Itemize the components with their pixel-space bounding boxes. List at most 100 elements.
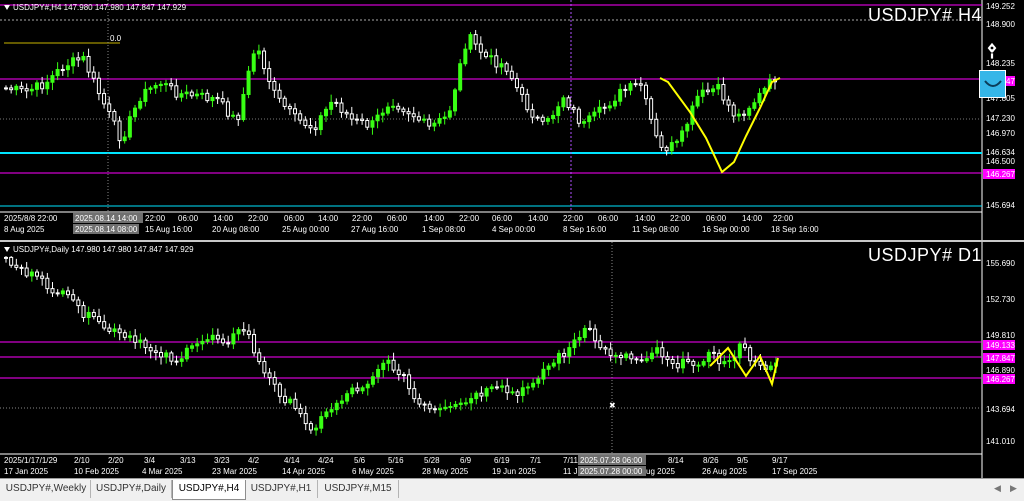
candle-body xyxy=(401,108,406,113)
candle-body xyxy=(9,87,14,91)
candle-body xyxy=(314,427,319,431)
candle-body xyxy=(489,55,494,58)
candle-body xyxy=(272,377,277,385)
h4-time-tick: 16 Sep 00:00 xyxy=(702,225,750,234)
h4-chart-canvas[interactable]: 0.0149.252148.900148.235147.847147.80514… xyxy=(0,0,1024,240)
candle-body xyxy=(252,334,257,354)
candle-body xyxy=(241,329,246,332)
tab-m15[interactable]: USDJPY#,M15 xyxy=(318,480,399,498)
candle-body xyxy=(696,364,701,367)
pen-icon[interactable] xyxy=(982,40,1002,62)
candle-body xyxy=(401,374,406,377)
candle-body xyxy=(531,382,536,388)
candle-body xyxy=(742,343,747,349)
daily-time-tick: 5/6 xyxy=(354,456,366,465)
candle-body xyxy=(748,347,753,362)
h4-time-tick: 11 Sep 08:00 xyxy=(632,225,680,234)
daily-time-tick: ug 2025 xyxy=(646,467,675,476)
tab-h1[interactable]: USDJPY#,H1 xyxy=(245,480,318,498)
candle-body xyxy=(711,351,716,354)
daily-time-tick: 7/11 xyxy=(563,456,579,465)
daily-time-tick: 23 Mar 2025 xyxy=(212,467,257,476)
daily-time-tick: 19 Jun 2025 xyxy=(492,467,537,476)
candle-body xyxy=(355,387,360,392)
candle-body xyxy=(122,136,127,142)
candle-body xyxy=(587,115,592,123)
scroll-left-icon[interactable]: ◀ xyxy=(994,483,1001,494)
candle-body xyxy=(97,316,102,323)
daily-time-tick: 10 Feb 2025 xyxy=(74,467,119,476)
daily-price-label: 147.847 xyxy=(986,354,1015,363)
candle-body xyxy=(768,365,773,370)
tab-h4[interactable]: USDJPY#,H4 xyxy=(172,480,246,500)
daily-time-tick: 4 Mar 2025 xyxy=(142,467,183,476)
candle-body xyxy=(179,93,184,98)
candle-body xyxy=(422,403,427,406)
candle-body xyxy=(225,101,230,117)
daily-time-tick: 2025.07.28 00:00 xyxy=(580,467,643,476)
h4-price-label: 146.267 xyxy=(986,170,1015,179)
candle-body xyxy=(427,403,432,410)
candle-body xyxy=(447,110,452,118)
candle-body xyxy=(432,122,437,127)
candle-body xyxy=(127,116,132,138)
daily-time-tick: 3/4 xyxy=(144,456,156,465)
tab-weekly[interactable]: USDJPY#,Weekly xyxy=(2,480,91,498)
candle-body xyxy=(757,92,762,104)
candle-body xyxy=(546,365,551,370)
h4-time-tick: 06:00 xyxy=(387,214,408,223)
daily-time-tick: 8/26 xyxy=(703,456,719,465)
candle-body xyxy=(644,358,649,362)
h4-time-tick: 22:00 xyxy=(145,214,166,223)
candle-body xyxy=(195,343,200,347)
candle-body xyxy=(624,353,629,359)
candle-body xyxy=(561,97,566,108)
daily-price-label: 146.890 xyxy=(986,366,1015,375)
h4-time-tick: 27 Aug 16:00 xyxy=(351,225,399,234)
candle-body xyxy=(231,114,236,117)
daily-chart-pane[interactable]: ✖ 155.690 152.730 149.810 149.133 147.847 146.… xyxy=(0,242,1024,478)
candle-body xyxy=(412,388,417,400)
candle-body xyxy=(96,77,101,95)
daily-chart-canvas[interactable]: ✖ 155.690 152.730 149.810149.133 147.847 146.… xyxy=(0,242,1024,478)
candle-body xyxy=(695,95,700,107)
daily-time-tick: 4/14 xyxy=(284,456,300,465)
candle-body xyxy=(737,343,742,359)
candle-body xyxy=(422,118,427,121)
candle-body xyxy=(562,352,567,357)
candle-body xyxy=(112,111,117,122)
candle-body xyxy=(50,75,55,83)
scroll-right-icon[interactable]: ▶ xyxy=(1010,483,1017,494)
candle-body xyxy=(163,83,168,86)
h4-price-label: 146.970 xyxy=(986,129,1015,138)
h4-time-tick: 4 Sep 00:00 xyxy=(492,225,536,234)
candle-body xyxy=(494,386,499,389)
candle-body xyxy=(613,354,618,357)
candle-body xyxy=(117,328,122,334)
candle-body xyxy=(329,101,334,110)
h4-chart-pane[interactable]: 0.0149.252148.900148.235147.847147.80514… xyxy=(0,0,1024,240)
candle-body xyxy=(701,361,706,366)
h4-time-tick: 2025/8/8 22:00 xyxy=(4,214,58,223)
candle-body xyxy=(205,92,210,102)
candle-body xyxy=(174,360,179,363)
candle-body xyxy=(81,55,86,61)
candle-body xyxy=(391,105,396,108)
candle-body xyxy=(257,352,262,363)
daily-time-tick: 5/28 xyxy=(424,456,440,465)
h4-price-label: 146.500 xyxy=(986,157,1015,166)
daily-price-label: 141.010 xyxy=(986,437,1015,446)
tab-daily[interactable]: USDJPY#,Daily xyxy=(91,480,172,498)
candle-body xyxy=(633,83,638,86)
collapse-triangle-icon[interactable] xyxy=(4,247,10,252)
candle-body xyxy=(705,89,710,93)
h4-time-tick: 14:00 xyxy=(635,214,656,223)
daily-symbol-label: USDJPY# D1 xyxy=(867,245,982,265)
candle-body xyxy=(354,118,359,121)
collapse-triangle-icon[interactable] xyxy=(4,5,10,10)
candle-body xyxy=(674,140,679,144)
smile-icon[interactable] xyxy=(979,70,1006,98)
candle-body xyxy=(194,93,199,97)
candle-body xyxy=(618,354,623,359)
h4-time-tick: 8 Aug 2025 xyxy=(4,225,45,234)
